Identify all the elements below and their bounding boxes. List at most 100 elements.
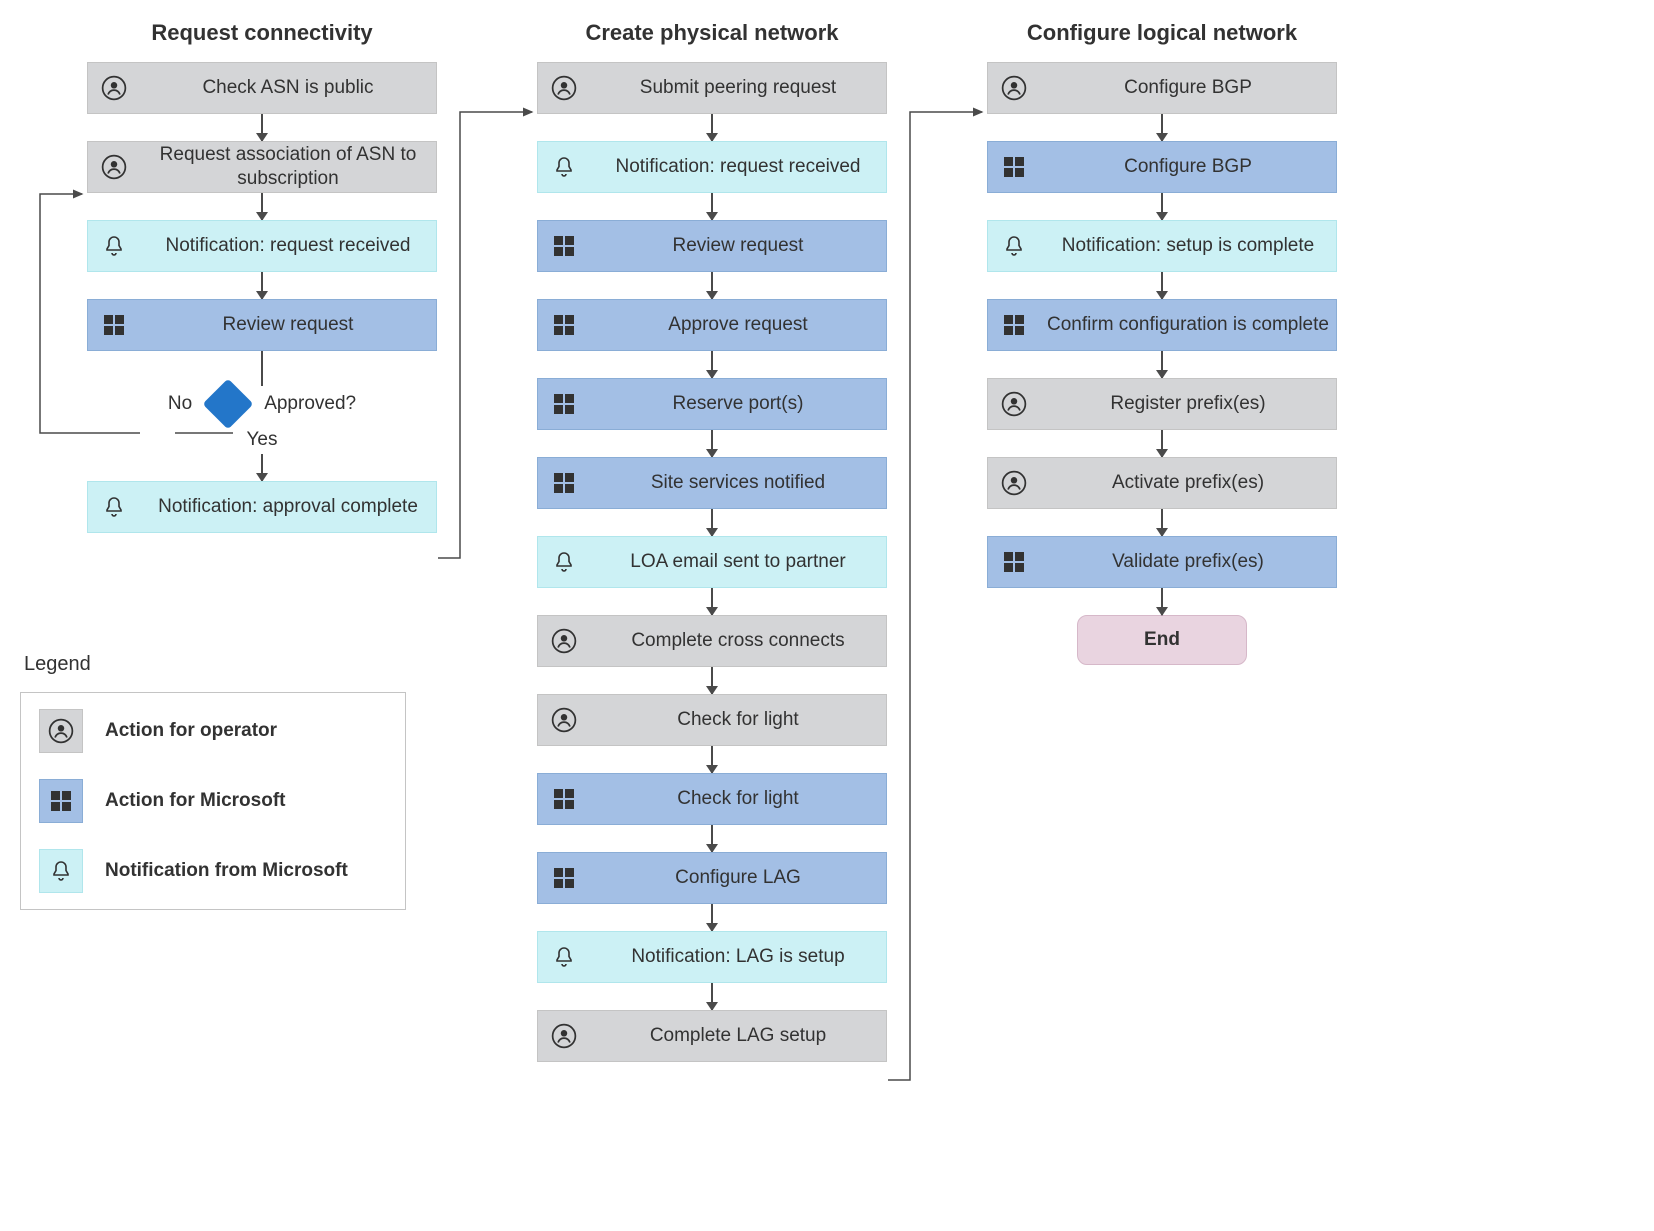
step-notif-lag-setup: Notification: LAG is setup [537, 931, 887, 983]
legend-text: Notification from Microsoft [105, 860, 348, 882]
user-icon [988, 63, 1040, 113]
step-label: Check ASN is public [140, 76, 436, 100]
step-label: Activate prefix(es) [1040, 471, 1336, 495]
arrow [711, 667, 713, 694]
step-label: Notification: request received [140, 234, 436, 258]
arrow [261, 454, 263, 481]
step-label: Site services notified [590, 471, 886, 495]
step-label: Configure BGP [1040, 155, 1336, 179]
legend-row-microsoft: Action for Microsoft [39, 779, 387, 823]
column-1-wrap: Request connectivity Check ASN is public… [20, 20, 437, 910]
arrow [1161, 430, 1163, 457]
step-approve-request: Approve request [537, 299, 887, 351]
column-create-physical-network: Create physical network Submit peering r… [537, 20, 887, 1062]
decision-no-label: No [168, 393, 192, 415]
bell-icon [538, 932, 590, 982]
col3-title: Configure logical network [1027, 20, 1297, 46]
windows-icon [39, 779, 83, 823]
diagram-container: Request connectivity Check ASN is public… [20, 20, 1634, 1062]
arrow [1161, 351, 1163, 378]
step-label: Check for light [590, 787, 886, 811]
step-confirm-config-complete: Confirm configuration is complete [987, 299, 1337, 351]
arrow [1161, 114, 1163, 141]
user-icon [88, 142, 140, 192]
legend-text: Action for Microsoft [105, 790, 286, 812]
decision-diamond [203, 379, 254, 430]
arrow [711, 904, 713, 931]
step-label: Complete LAG setup [590, 1024, 886, 1048]
col2-title: Create physical network [585, 20, 838, 46]
arrow [711, 430, 713, 457]
step-register-prefixes: Register prefix(es) [987, 378, 1337, 430]
legend-row-notification: Notification from Microsoft [39, 849, 387, 893]
user-icon [88, 63, 140, 113]
step-configure-lag: Configure LAG [537, 852, 887, 904]
bell-icon [538, 142, 590, 192]
windows-icon [988, 537, 1040, 587]
step-configure-bgp-ms: Configure BGP [987, 141, 1337, 193]
step-site-services-notified: Site services notified [537, 457, 887, 509]
windows-icon [538, 221, 590, 271]
arrow [1161, 509, 1163, 536]
decision-question: Approved? [264, 393, 356, 415]
step-label: Check for light [590, 708, 886, 732]
step-label: Review request [140, 313, 436, 337]
step-complete-cross-connects: Complete cross connects [537, 615, 887, 667]
arrow [711, 746, 713, 773]
step-label: LOA email sent to partner [590, 550, 886, 574]
step-complete-lag-setup: Complete LAG setup [537, 1010, 887, 1062]
step-label: Reserve port(s) [590, 392, 886, 416]
step-label: Validate prefix(es) [1040, 550, 1336, 574]
step-label: Review request [590, 234, 886, 258]
legend-text: Action for operator [105, 720, 277, 742]
bell-icon [538, 537, 590, 587]
arrow [1161, 588, 1163, 615]
step-label: Complete cross connects [590, 629, 886, 653]
bell-icon [88, 221, 140, 271]
step-review-request-2: Review request [537, 220, 887, 272]
bell-icon [39, 849, 83, 893]
step-check-light-ms: Check for light [537, 773, 887, 825]
arrow [261, 114, 263, 141]
user-icon [39, 709, 83, 753]
step-label: Submit peering request [590, 76, 886, 100]
arrow [1161, 272, 1163, 299]
step-label: Configure BGP [1040, 76, 1336, 100]
step-review-request: Review request [87, 299, 437, 351]
connector [261, 351, 263, 386]
step-label: Approve request [590, 313, 886, 337]
step-label: Notification: setup is complete [1040, 234, 1336, 258]
step-label: Configure LAG [590, 866, 886, 890]
step-notif-approval-complete: Notification: approval complete [87, 481, 437, 533]
arrow [711, 114, 713, 141]
windows-icon [538, 774, 590, 824]
bell-icon [988, 221, 1040, 271]
step-validate-prefixes: Validate prefix(es) [987, 536, 1337, 588]
step-check-light-op: Check for light [537, 694, 887, 746]
end-node: End [1077, 615, 1247, 665]
user-icon [538, 63, 590, 113]
bell-icon [88, 482, 140, 532]
arrow [261, 193, 263, 220]
step-label: Confirm configuration is complete [1040, 313, 1336, 337]
step-loa-email: LOA email sent to partner [537, 536, 887, 588]
step-label: Register prefix(es) [1040, 392, 1336, 416]
decision-approved: No Approved? [168, 386, 356, 422]
step-notif-setup-complete: Notification: setup is complete [987, 220, 1337, 272]
arrow [711, 588, 713, 615]
step-notif-received-2: Notification: request received [537, 141, 887, 193]
arrow [711, 193, 713, 220]
arrow [261, 272, 263, 299]
user-icon [538, 616, 590, 666]
step-notif-received: Notification: request received [87, 220, 437, 272]
legend-row-operator: Action for operator [39, 709, 387, 753]
windows-icon [538, 853, 590, 903]
arrow [711, 351, 713, 378]
step-label: Request association of ASN to subscripti… [140, 143, 436, 191]
legend-box: Action for operator Action for Microsoft… [20, 692, 406, 910]
decision-yes-label: Yes [247, 429, 278, 451]
legend: Legend Action for operator Action for Mi… [20, 653, 437, 910]
step-configure-bgp-op: Configure BGP [987, 62, 1337, 114]
step-request-association: Request association of ASN to subscripti… [87, 141, 437, 193]
windows-icon [988, 142, 1040, 192]
